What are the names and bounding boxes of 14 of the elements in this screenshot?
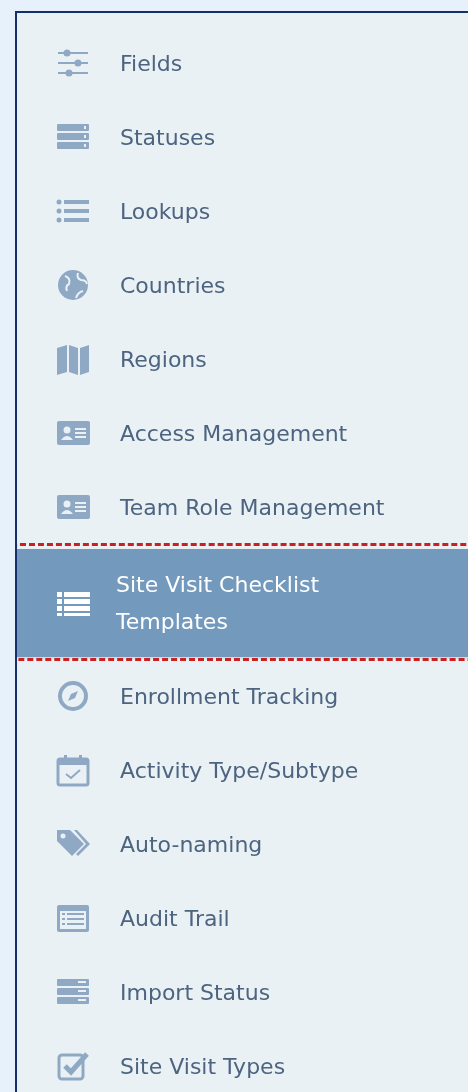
menu-item[interactable]: Activity Type/Subtype [17, 733, 468, 807]
menu-item[interactable]: Access Management [17, 396, 468, 470]
menu-item[interactable]: Auto-naming [17, 807, 468, 881]
menu-item[interactable]: Lookups [17, 174, 468, 248]
menu-item[interactable]: Fields [17, 26, 468, 100]
menu-item[interactable]: Import Status [17, 955, 468, 1029]
menu-item[interactable]: Audit Trail [17, 881, 468, 955]
menu-item[interactable]: Site Visit Checklist Templates [17, 549, 468, 657]
menu-item[interactable]: Enrollment Tracking [17, 659, 468, 733]
menu-item[interactable]: Team Role Management [17, 470, 468, 544]
menu-item[interactable]: Site Visit Types [17, 1029, 468, 1092]
menu-item[interactable]: Statuses [17, 100, 468, 174]
menu-item[interactable]: Countries [17, 248, 468, 322]
menu-item[interactable]: Regions [17, 322, 468, 396]
